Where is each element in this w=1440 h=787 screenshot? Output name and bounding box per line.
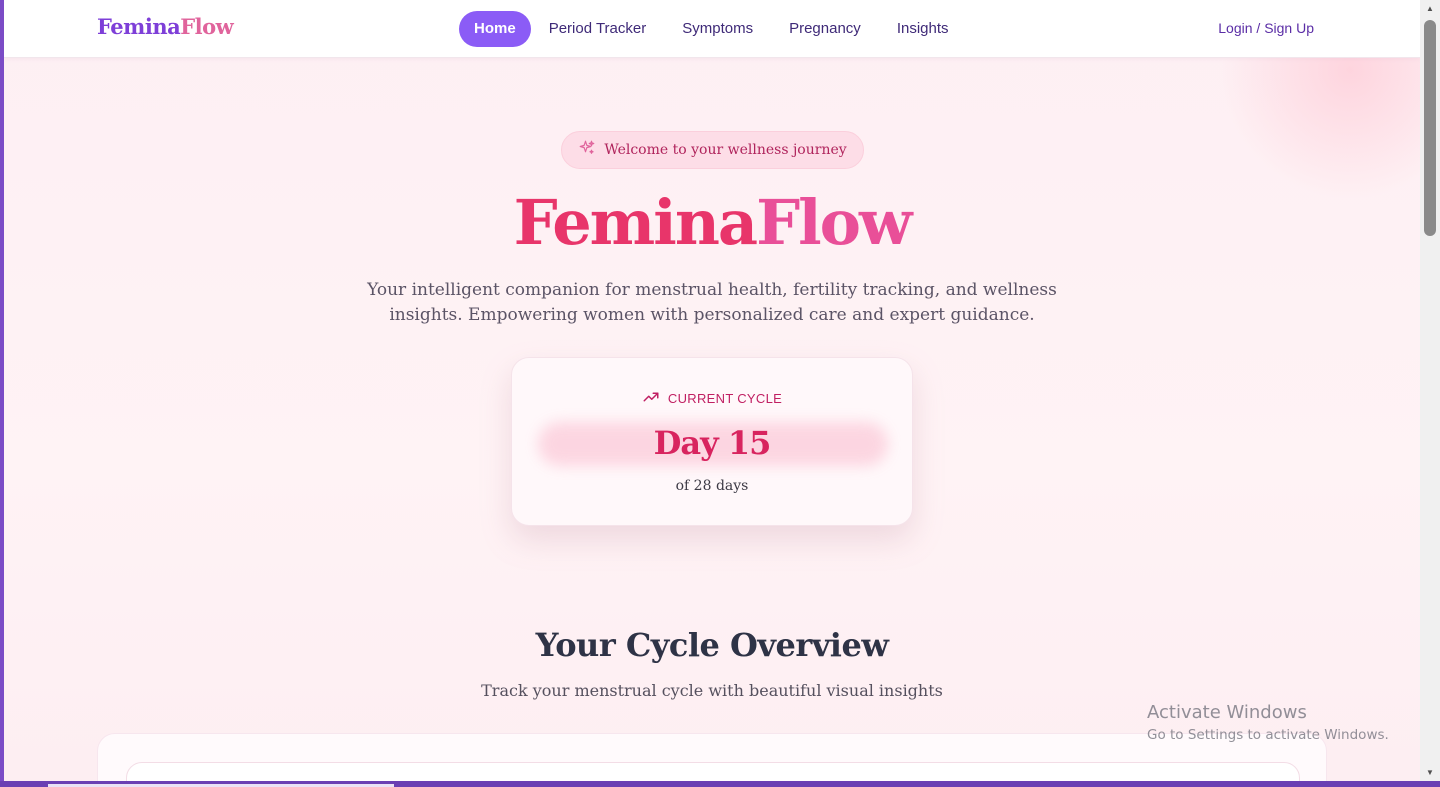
scrollbar-thumb[interactable]	[1424, 20, 1436, 236]
scroll-down-arrow-icon[interactable]: ▼	[1420, 764, 1440, 781]
overview-title: Your Cycle Overview	[535, 626, 889, 664]
brand-logo[interactable]: FeminaFlow	[97, 14, 234, 39]
login-signup-link[interactable]: Login / Sign Up	[1218, 20, 1314, 36]
taskbar-edge	[0, 781, 1440, 787]
overview-panel-inner	[126, 762, 1300, 781]
current-cycle-card: CURRENT CYCLE Day 15 of 28 days	[511, 357, 913, 526]
page-viewport: FeminaFlow Home Period Tracker Symptoms …	[4, 0, 1420, 781]
welcome-badge-text: Welcome to your wellness journey	[604, 142, 847, 158]
nav-home[interactable]: Home	[459, 11, 531, 47]
brand-part1: Femina	[97, 14, 181, 39]
activate-line1: Activate Windows	[1147, 702, 1307, 723]
nav-insights[interactable]: Insights	[879, 11, 967, 47]
hero-title: FeminaFlow	[4, 186, 1420, 259]
cycle-length: of 28 days	[675, 478, 749, 494]
trending-up-icon	[642, 388, 660, 409]
nav-period-tracker[interactable]: Period Tracker	[531, 11, 665, 47]
sparkles-icon	[578, 139, 596, 161]
cycle-label: CURRENT CYCLE	[667, 391, 783, 406]
overview-panel	[97, 733, 1327, 781]
main-nav: Home Period Tracker Symptoms Pregnancy I…	[459, 11, 967, 47]
hero-title-part1: Femina	[513, 186, 758, 259]
vertical-scrollbar[interactable]: ▲ ▼	[1420, 0, 1440, 781]
brand-part2: Flow	[180, 14, 234, 39]
overview-subtitle: Track your menstrual cycle with beautifu…	[481, 681, 943, 700]
nav-symptoms[interactable]: Symptoms	[664, 11, 771, 47]
nav-pregnancy[interactable]: Pregnancy	[771, 11, 879, 47]
hero-title-part2: Flow	[756, 186, 912, 259]
top-navbar: FeminaFlow Home Period Tracker Symptoms …	[4, 0, 1420, 58]
cycle-label-row: CURRENT CYCLE	[512, 388, 912, 409]
cycle-day: Day 15	[653, 424, 772, 462]
windows-activation-watermark: Activate Windows Go to Settings to activ…	[1147, 702, 1389, 743]
welcome-badge: Welcome to your wellness journey	[561, 131, 864, 169]
scroll-up-arrow-icon[interactable]: ▲	[1420, 0, 1440, 17]
hero-subtitle: Your intelligent companion for menstrual…	[367, 280, 1057, 325]
activate-line2: Go to Settings to activate Windows.	[1147, 727, 1389, 743]
